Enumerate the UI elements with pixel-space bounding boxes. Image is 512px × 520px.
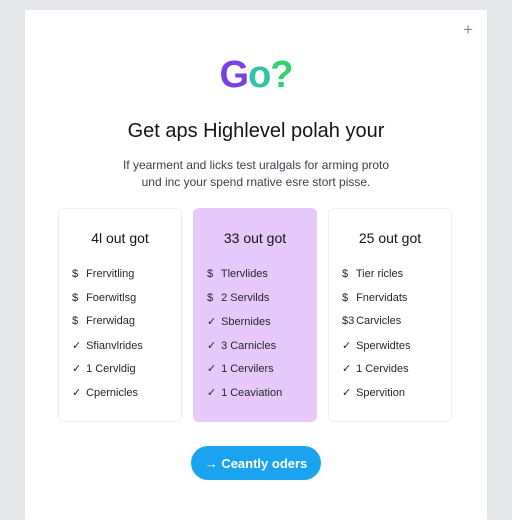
plan-card-3[interactable]: 25 out got $ Tier ricles $ Fnervidats $3…: [328, 208, 452, 422]
pricing-card: + Go? Get aps Highlevel polah your If ye…: [25, 10, 487, 520]
plus-icon[interactable]: +: [463, 21, 473, 38]
dollar-icon: $: [342, 268, 349, 280]
feature-item: $ Frervitling: [72, 268, 143, 292]
feature-item: ✓ 1 Cervldig: [72, 362, 143, 386]
feature-list: $ Tier ricles $ Fnervidats $3 Carvicles …: [342, 268, 410, 409]
logo: Go?: [25, 54, 487, 97]
arrow-right-icon: →: [204, 456, 218, 471]
subtitle-line-1: If yearment and licks test uralgals for …: [122, 158, 390, 172]
dollar-icon: $: [207, 291, 214, 304]
plan-list: 4l out got $ Frervitling $ Foerwitlsg $ …: [58, 208, 454, 422]
logo-letter-g: G: [219, 54, 250, 96]
page-title: Get aps Highlevel polah your: [127, 120, 385, 142]
dollar-icon: $: [342, 291, 349, 304]
feature-label: Fnervidats: [356, 291, 408, 304]
feature-item: ✓ Spervition: [342, 386, 410, 410]
feature-item: ✓ 1 Cervides: [342, 362, 410, 386]
feature-item: $ 2 Servilds: [207, 292, 282, 316]
feature-item: $ Tlervlides: [207, 268, 282, 292]
check-icon: ✓: [207, 339, 217, 352]
dollar-icon: $: [72, 291, 79, 304]
check-icon: ✓: [342, 363, 352, 375]
dollar-icon: $3: [342, 315, 355, 327]
feature-label: Foerwitlsg: [86, 291, 137, 304]
check-icon: ✓: [72, 339, 82, 352]
feature-label: 1 Cervilers: [221, 363, 274, 375]
feature-item: ✓ 1 Ceaviation: [207, 386, 282, 410]
feature-label: Sfianvlrides: [86, 339, 143, 352]
feature-item: ✓ 3 Carnicles: [207, 339, 282, 363]
feature-label: Carvicles: [356, 315, 402, 327]
check-icon: ✓: [72, 363, 82, 375]
feature-label: 1 Cervides: [356, 363, 409, 375]
dollar-icon: $: [72, 268, 79, 280]
feature-label: 2 Servilds: [221, 291, 270, 304]
check-icon: ✓: [207, 363, 217, 375]
feature-label: Sperwidtes: [356, 339, 411, 352]
subtitle-line-2: und inc your spend rnative esre stort pi…: [141, 175, 371, 189]
dollar-icon: $: [72, 315, 79, 327]
plan-title: 4l out got: [91, 230, 149, 246]
feature-item: ✓ Sbernides: [207, 315, 282, 339]
feature-item: $3 Carvicles: [342, 315, 410, 339]
feature-label: Tlervlides: [220, 268, 268, 280]
check-icon: ✓: [72, 386, 82, 399]
feature-label: Cpernicles: [86, 386, 139, 399]
feature-item: $ Tier ricles: [342, 268, 410, 292]
feature-list: $ Tlervlides $ 2 Servilds ✓ Sbernides ✓ …: [207, 268, 282, 409]
feature-label: 3 Carnicles: [221, 339, 277, 352]
feature-list: $ Frervitling $ Foerwitlsg $ Frerwidag ✓…: [72, 268, 143, 409]
feature-label: Sbernides: [221, 316, 271, 328]
feature-label: Tier ricles: [355, 268, 404, 280]
feature-label: Frervitling: [86, 268, 135, 280]
feature-item: ✓ Sperwidtes: [342, 339, 410, 363]
feature-item: $ Fnervidats: [342, 292, 410, 316]
plan-title: 25 out got: [358, 230, 422, 246]
plan-card-1[interactable]: 4l out got $ Frervitling $ Foerwitlsg $ …: [58, 208, 182, 422]
feature-item: $ Frerwidag: [72, 315, 143, 339]
cta-label: Ceantly oders: [221, 456, 308, 471]
logo-question-mark: ?: [270, 54, 293, 96]
feature-label: 1 Cervldig: [86, 363, 136, 375]
check-icon: ✓: [207, 386, 217, 399]
feature-item: ✓ Sfianvlrides: [72, 339, 143, 363]
check-icon: ✓: [207, 316, 217, 328]
feature-item: ✓ Cpernicles: [72, 386, 143, 410]
check-icon: ✓: [342, 339, 352, 352]
plan-title: 33 out got: [223, 230, 287, 246]
feature-label: 1 Ceaviation: [221, 386, 283, 399]
plan-card-2-highlighted[interactable]: 33 out got $ Tlervlides $ 2 Servilds ✓ S…: [193, 208, 317, 422]
cta-button[interactable]: → Ceantly oders: [191, 446, 321, 480]
logo-letter-o: o: [248, 54, 271, 96]
check-icon: ✓: [342, 386, 352, 399]
feature-label: Spervition: [356, 386, 405, 399]
feature-item: $ Foerwitlsg: [72, 292, 143, 316]
dollar-icon: $: [207, 268, 214, 280]
feature-item: ✓ 1 Cervilers: [207, 362, 282, 386]
page-subtitle: If yearment and licks test uralgals for …: [95, 157, 417, 191]
feature-label: Frerwidag: [86, 315, 135, 327]
